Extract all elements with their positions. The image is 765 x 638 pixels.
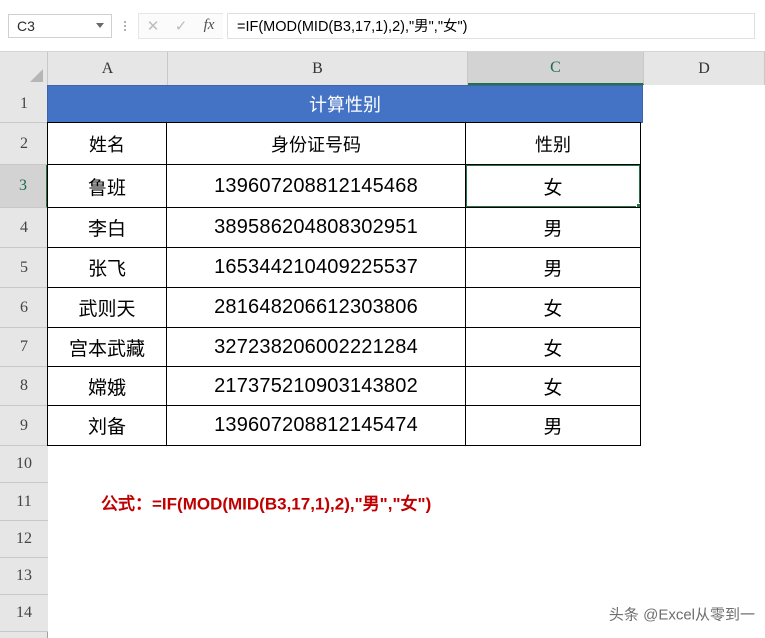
- row-10: [48, 446, 765, 483]
- cell-d9[interactable]: [641, 406, 762, 446]
- cell-c13[interactable]: [468, 558, 644, 595]
- cell-b12[interactable]: [168, 521, 468, 558]
- row-14: 头条 @Excel从零到一: [48, 595, 765, 632]
- cell-d4[interactable]: [641, 208, 762, 248]
- row-9: 刘备 139607208812145474 男: [47, 405, 765, 446]
- row-headers: 1 2 3 4 5 6 7 8 9 10 11 12 13 14: [0, 85, 48, 638]
- cell-a12[interactable]: [48, 521, 168, 558]
- cell-c10[interactable]: [468, 446, 644, 483]
- cell-c11[interactable]: [468, 483, 644, 521]
- column-headers: A B C D: [0, 52, 765, 85]
- row-header-4[interactable]: 4: [0, 208, 48, 248]
- watermark-text: 头条 @Excel从零到一: [608, 606, 755, 623]
- cell-a7[interactable]: 宫本武藏: [47, 327, 167, 367]
- cell-c6[interactable]: 女: [465, 287, 641, 328]
- cell-a3[interactable]: 鲁班: [47, 164, 167, 208]
- row-13: [48, 558, 765, 595]
- cell-b5[interactable]: 165344210409225537: [166, 247, 466, 288]
- row-header-6[interactable]: 6: [0, 288, 48, 328]
- cell-b2[interactable]: 身份证号码: [166, 122, 466, 165]
- cancel-icon[interactable]: ✕: [139, 14, 167, 38]
- cell-d10[interactable]: [644, 446, 765, 483]
- cell-a9[interactable]: 刘备: [47, 405, 167, 446]
- cell-a14[interactable]: [48, 595, 168, 632]
- row-2: 姓名 身份证号码 性别: [47, 122, 765, 165]
- formula-action-buttons: ✕ ✓ fx: [138, 12, 223, 39]
- cell-c9[interactable]: 男: [465, 405, 641, 446]
- column-header-d[interactable]: D: [644, 52, 765, 85]
- row-header-2[interactable]: 2: [0, 123, 48, 165]
- cell-area: 计算性别 姓名 身份证号码 性别 鲁班 139607208812145468 女…: [47, 85, 765, 638]
- cell-d1[interactable]: [643, 85, 764, 123]
- cell-b8[interactable]: 217375210903143802: [166, 366, 466, 406]
- cell-d13[interactable]: [644, 558, 765, 595]
- name-box-value: C3: [17, 17, 35, 34]
- row-8: 嫦娥 217375210903143802 女: [47, 366, 765, 406]
- cell-d5[interactable]: [641, 248, 762, 288]
- row-header-13[interactable]: 13: [0, 558, 48, 595]
- select-all-corner[interactable]: [0, 52, 48, 85]
- cell-b14[interactable]: [168, 595, 468, 632]
- row-7: 宫本武藏 327238206002221284 女: [47, 327, 765, 367]
- row-header-11[interactable]: 11: [0, 483, 48, 521]
- cell-a4[interactable]: 李白: [47, 207, 167, 248]
- formula-note: 公式：=IF(MOD(MID(B3,17,1),2),"男","女"): [101, 494, 432, 514]
- cell-c7[interactable]: 女: [465, 327, 641, 367]
- row-11: 公式：=IF(MOD(MID(B3,17,1),2),"男","女"): [48, 483, 765, 521]
- cell-b13[interactable]: [168, 558, 468, 595]
- cell-d8[interactable]: [641, 367, 762, 406]
- cell-d7[interactable]: [641, 328, 762, 367]
- cell-d3[interactable]: [641, 165, 762, 208]
- row-12: [48, 521, 765, 558]
- column-header-c[interactable]: C: [468, 52, 644, 85]
- cell-c12[interactable]: [468, 521, 644, 558]
- sheet-title[interactable]: 计算性别: [47, 85, 643, 123]
- cell-d12[interactable]: [644, 521, 765, 558]
- cell-b3[interactable]: 139607208812145468: [166, 164, 466, 208]
- row-header-14[interactable]: 14: [0, 595, 48, 632]
- cell-a10[interactable]: [48, 446, 168, 483]
- cell-a6[interactable]: 武则天: [47, 287, 167, 328]
- cell-b4[interactable]: 389586204808302951: [166, 207, 466, 248]
- name-box[interactable]: C3: [8, 13, 112, 38]
- cell-c3[interactable]: 女: [465, 164, 641, 208]
- chevron-down-icon[interactable]: [96, 23, 104, 28]
- cell-a13[interactable]: [48, 558, 168, 595]
- cell-c4[interactable]: 男: [465, 207, 641, 248]
- row-3: 鲁班 139607208812145468 女: [47, 164, 765, 208]
- row-header-8[interactable]: 8: [0, 367, 48, 406]
- cell-d2[interactable]: [641, 123, 762, 165]
- cell-d6[interactable]: [641, 288, 762, 328]
- cell-a2[interactable]: 姓名: [47, 122, 167, 165]
- row-4: 李白 389586204808302951 男: [47, 207, 765, 248]
- cell-c5[interactable]: 男: [465, 247, 641, 288]
- cell-a5[interactable]: 张飞: [47, 247, 167, 288]
- row-header-3[interactable]: 3: [0, 165, 48, 208]
- cell-b7[interactable]: 327238206002221284: [166, 327, 466, 367]
- row-header-7[interactable]: 7: [0, 328, 48, 367]
- confirm-icon[interactable]: ✓: [167, 14, 195, 38]
- cell-b6[interactable]: 281648206612303806: [166, 287, 466, 328]
- column-header-a[interactable]: A: [48, 52, 168, 85]
- cell-c2[interactable]: 性别: [465, 122, 641, 165]
- column-header-b[interactable]: B: [168, 52, 468, 85]
- row-header-5[interactable]: 5: [0, 248, 48, 288]
- row-header-9[interactable]: 9: [0, 406, 48, 446]
- cell-b9[interactable]: 139607208812145474: [166, 405, 466, 446]
- cell-b10[interactable]: [168, 446, 468, 483]
- row-header-1[interactable]: 1: [0, 85, 48, 123]
- spreadsheet-grid: A B C D 1 2 3 4 5 6 7 8 9 10 11 12 13 14…: [0, 52, 765, 638]
- insert-function-icon[interactable]: fx: [195, 14, 223, 38]
- formula-input[interactable]: =IF(MOD(MID(B3,17,1),2),"男","女"): [227, 12, 755, 39]
- formula-bar-divider: [116, 14, 134, 38]
- cell-a8[interactable]: 嫦娥: [47, 366, 167, 406]
- formula-bar: C3 ✕ ✓ fx =IF(MOD(MID(B3,17,1),2),"男","女…: [0, 0, 765, 52]
- row-5: 张飞 165344210409225537 男: [47, 247, 765, 288]
- row-6: 武则天 281648206612303806 女: [47, 287, 765, 328]
- row-header-10[interactable]: 10: [0, 446, 48, 483]
- cell-d11[interactable]: [644, 483, 765, 521]
- row-header-12[interactable]: 12: [0, 521, 48, 558]
- row-1: 计算性别: [47, 85, 765, 123]
- cell-c8[interactable]: 女: [465, 366, 641, 406]
